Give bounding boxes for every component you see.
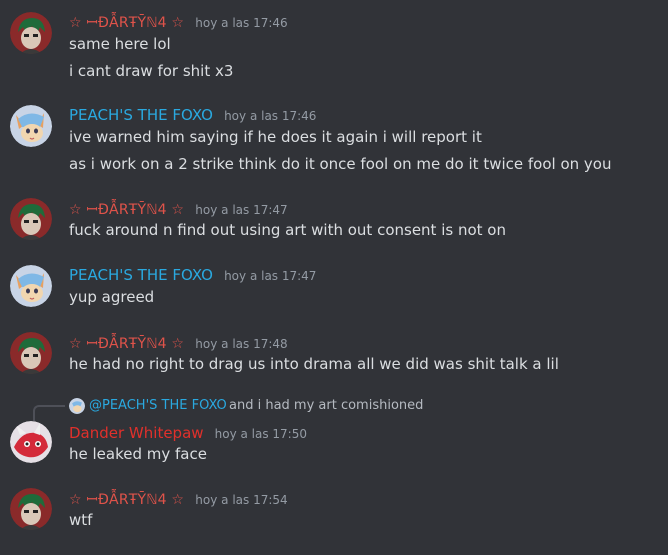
- message-text: wtf: [69, 511, 93, 529]
- username[interactable]: Dander Whitepaw: [69, 424, 204, 442]
- reply-connector: [33, 405, 65, 421]
- red-dragon-character-avatar[interactable]: [10, 421, 52, 463]
- timestamp[interactable]: hoy a las 17:46: [224, 109, 316, 123]
- timestamp[interactable]: hoy a las 17:46: [195, 16, 287, 30]
- green-hair-character-avatar[interactable]: [10, 198, 52, 240]
- green-hair-character-avatar[interactable]: [10, 12, 52, 54]
- message-text: i cant draw for shit x3: [69, 62, 234, 80]
- fox-character-avatar: [69, 398, 85, 414]
- username[interactable]: ☆ ꟷĐẪRŦȲℕ4 ☆: [69, 202, 184, 218]
- green-hair-character-avatar[interactable]: [10, 332, 52, 374]
- green-hair-character-avatar[interactable]: [10, 488, 52, 530]
- reply-mention[interactable]: @PEACH'S THE FOXO: [89, 398, 227, 413]
- message-text: he leaked my face: [69, 445, 207, 463]
- reply-text: and i had my art comishioned: [229, 398, 424, 413]
- fox-character-avatar[interactable]: [10, 265, 52, 307]
- message-text: fuck around n find out using art with ou…: [69, 221, 506, 239]
- timestamp[interactable]: hoy a las 17:54: [195, 493, 287, 507]
- timestamp[interactable]: hoy a las 17:48: [195, 337, 287, 351]
- username[interactable]: ☆ ꟷĐẪRŦȲℕ4 ☆: [69, 336, 184, 352]
- username[interactable]: PEACH'S THE FOXO: [69, 106, 213, 124]
- message-text: ive warned him saying if he does it agai…: [69, 128, 482, 146]
- reply-preview[interactable]: @PEACH'S THE FOXO and i had my art comis…: [33, 397, 668, 421]
- message-text: as i work on a 2 strike think do it once…: [69, 155, 612, 173]
- username[interactable]: ☆ ꟷĐẪRŦȲℕ4 ☆: [69, 492, 184, 508]
- timestamp[interactable]: hoy a las 17:50: [215, 427, 307, 441]
- message-text: same here lol: [69, 35, 171, 53]
- username[interactable]: ☆ ꟷĐẪRŦȲℕ4 ☆: [69, 15, 184, 31]
- fox-character-avatar[interactable]: [10, 105, 52, 147]
- timestamp[interactable]: hoy a las 17:47: [224, 269, 316, 283]
- message-list: ☆ ꟷĐẪRŦȲℕ4 ☆ hoy a las 17:46 same here l…: [0, 0, 668, 555]
- username[interactable]: PEACH'S THE FOXO: [69, 266, 213, 284]
- message-text: he had no right to drag us into drama al…: [69, 355, 559, 373]
- timestamp[interactable]: hoy a las 17:47: [195, 203, 287, 217]
- message-text: yup agreed: [69, 288, 155, 306]
